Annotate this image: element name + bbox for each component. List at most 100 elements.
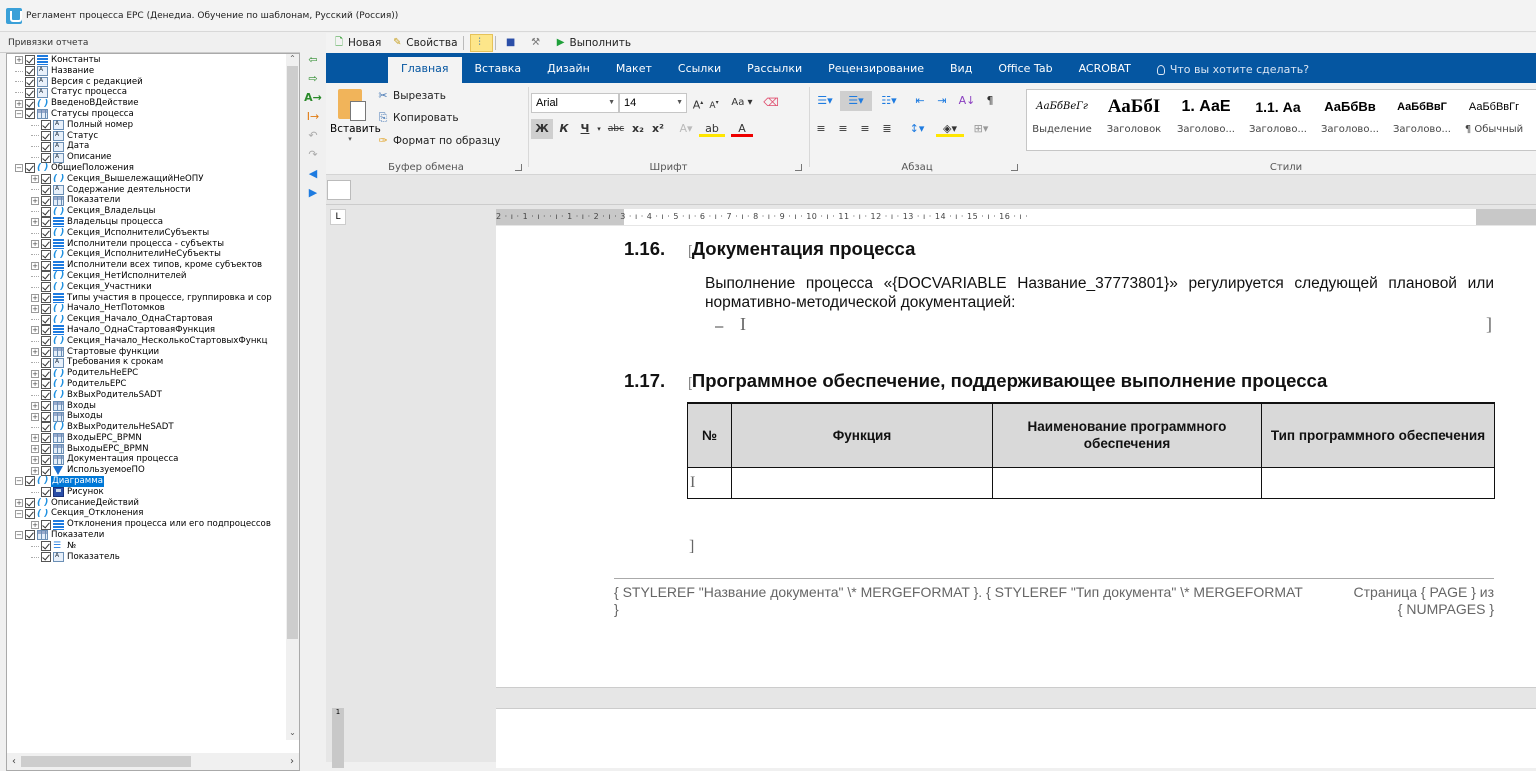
collapse-icon[interactable]: − [15, 110, 23, 119]
scroll-thumb[interactable] [287, 66, 298, 639]
undo-field-icon[interactable]: ↶ [304, 127, 322, 145]
checkbox[interactable] [41, 325, 51, 336]
checkbox[interactable] [41, 271, 51, 282]
tree-item[interactable]: + Начало_НетПотомков [7, 303, 287, 314]
tree-item[interactable]: + РодительЕРС [7, 379, 287, 390]
expand-icon[interactable]: + [31, 218, 39, 227]
properties-button[interactable]: ✎ Свойства [388, 34, 460, 52]
tree-item[interactable]: + ВходыЕРС_BPMN [7, 433, 287, 444]
sort-icon[interactable]: A↓ [958, 91, 976, 111]
find-prev-icon[interactable]: ⇦ [304, 51, 322, 69]
checkbox[interactable] [41, 368, 51, 379]
tree-item[interactable]: − Показатели [7, 530, 287, 541]
checkbox[interactable] [41, 552, 51, 563]
tree-item[interactable]: + РодительНеЕРС [7, 368, 287, 379]
expand-icon[interactable]: + [31, 520, 39, 529]
tree-item[interactable]: Секция_ИсполнителиНеСубъекты [7, 249, 287, 260]
software-table[interactable]: № Функция Наименование программного обес… [687, 402, 1495, 499]
font-size-select[interactable]: 14 ▼ [619, 93, 687, 113]
tree-item[interactable]: + Входы [7, 401, 287, 412]
tab-selector[interactable]: L [330, 209, 346, 225]
checkbox[interactable] [41, 174, 51, 185]
checkbox[interactable] [41, 411, 51, 422]
checkbox[interactable] [41, 120, 51, 131]
checkbox[interactable] [25, 498, 35, 509]
save-button[interactable]: ■ [502, 34, 523, 52]
strikethrough-button[interactable]: abc [605, 119, 627, 139]
checkbox[interactable] [25, 76, 35, 87]
tree-item[interactable]: + Владельцы процесса [7, 217, 287, 228]
tree-item[interactable]: + ВыходыЕРС_BPMN [7, 444, 287, 455]
checkbox[interactable] [25, 55, 35, 66]
checkbox[interactable] [41, 228, 51, 239]
horizontal-ruler[interactable]: 2 · ı · 1 · ı · · ı · 1 · ı · 2 · ı · 3 … [496, 209, 1536, 225]
tree-vertical-scrollbar[interactable]: ⌃ ⌄ [286, 54, 299, 740]
checkbox[interactable] [41, 238, 51, 249]
scroll-up-icon[interactable]: ⌃ [286, 54, 299, 66]
format-painter-button[interactable]: ✑ Формат по образцу [376, 134, 500, 147]
subscript-button[interactable]: x₂ [629, 119, 647, 139]
collapse-icon[interactable]: − [15, 164, 23, 173]
tab-2[interactable]: Дизайн [534, 57, 603, 83]
tab-9[interactable]: ACROBAT [1066, 57, 1144, 83]
checkbox[interactable] [41, 303, 51, 314]
tree-item[interactable]: Секция_ИсполнителиСубъекты [7, 228, 287, 239]
decrease-indent-icon[interactable]: ⇤ [910, 91, 930, 111]
expand-icon[interactable]: + [31, 401, 39, 410]
tree-item[interactable]: − Секция_Отклонения [7, 508, 287, 519]
checkbox[interactable] [41, 433, 51, 444]
checkbox[interactable] [41, 141, 51, 152]
clear-formatting-icon[interactable]: ⌫ [763, 93, 779, 113]
shading-icon[interactable]: ◈▾ [936, 119, 964, 137]
grow-font-button[interactable]: A▴ [691, 93, 705, 113]
shrink-font-button[interactable]: A▾ [707, 93, 721, 113]
checkbox[interactable] [41, 444, 51, 455]
dialog-launcher-icon[interactable] [795, 164, 802, 171]
tab-4[interactable]: Ссылки [665, 57, 734, 83]
tools-button[interactable]: ⚒ [527, 34, 548, 52]
checkbox[interactable] [41, 217, 51, 228]
checkbox[interactable] [41, 249, 51, 260]
tree-item[interactable]: Версия с редакцией [7, 76, 287, 88]
checkbox[interactable] [41, 379, 51, 390]
pilcrow-icon[interactable]: ¶ [982, 91, 998, 111]
bullets-button[interactable]: ☰▾ [812, 91, 838, 111]
arrow-right-icon[interactable]: ▶ [304, 184, 322, 202]
tree-item[interactable]: + Стартовые функции [7, 347, 287, 358]
checkbox[interactable] [41, 346, 51, 357]
align-right-icon[interactable]: ≡ [856, 119, 874, 139]
tree-item[interactable]: − Статусы процесса [7, 109, 287, 120]
superscript-button[interactable]: x² [649, 119, 667, 139]
tree-item[interactable]: + ИспользуемоеПО [7, 465, 287, 476]
table-cell[interactable] [1261, 466, 1495, 499]
checkbox[interactable] [41, 195, 51, 206]
tree-item[interactable]: Секция_Начало_ОднаСтартовая [7, 314, 287, 325]
font-color-icon[interactable]: A [731, 119, 753, 137]
checkbox[interactable] [25, 530, 35, 541]
checkbox[interactable] [41, 184, 51, 195]
checkbox[interactable] [41, 390, 51, 401]
tree-item[interactable]: № [7, 541, 287, 552]
checkbox[interactable] [25, 109, 35, 120]
checkbox[interactable] [41, 487, 51, 498]
tree-item[interactable]: Статус [7, 130, 287, 142]
checkbox[interactable] [41, 541, 51, 552]
tree-item[interactable]: + Начало_ОднаСтартоваяФункция [7, 325, 287, 336]
expand-icon[interactable]: + [31, 304, 39, 313]
tree-item[interactable]: + Документация процесса [7, 454, 287, 465]
redo-field-icon[interactable]: ↷ [304, 146, 322, 164]
highlight-color-icon[interactable]: ab [699, 119, 725, 137]
underline-button[interactable]: Ч [575, 119, 595, 139]
tab-3[interactable]: Макет [603, 57, 665, 83]
dialog-launcher-icon[interactable] [1011, 164, 1018, 171]
align-left-icon[interactable]: ≡ [812, 119, 830, 139]
document-page[interactable]: 1.16. [Документация процесса Выполнение п… [496, 226, 1536, 688]
checkbox[interactable] [41, 130, 51, 141]
collapse-icon[interactable]: − [15, 509, 23, 518]
line-spacing-icon[interactable]: ↕▾ [904, 119, 930, 139]
italic-button[interactable]: К [555, 119, 573, 139]
expand-icon[interactable]: + [31, 455, 39, 464]
tree-item[interactable]: + Секция_ВышележащийНеОПУ [7, 174, 287, 185]
find-next-icon[interactable]: ⇨ [304, 70, 322, 88]
checkbox[interactable] [25, 98, 35, 109]
